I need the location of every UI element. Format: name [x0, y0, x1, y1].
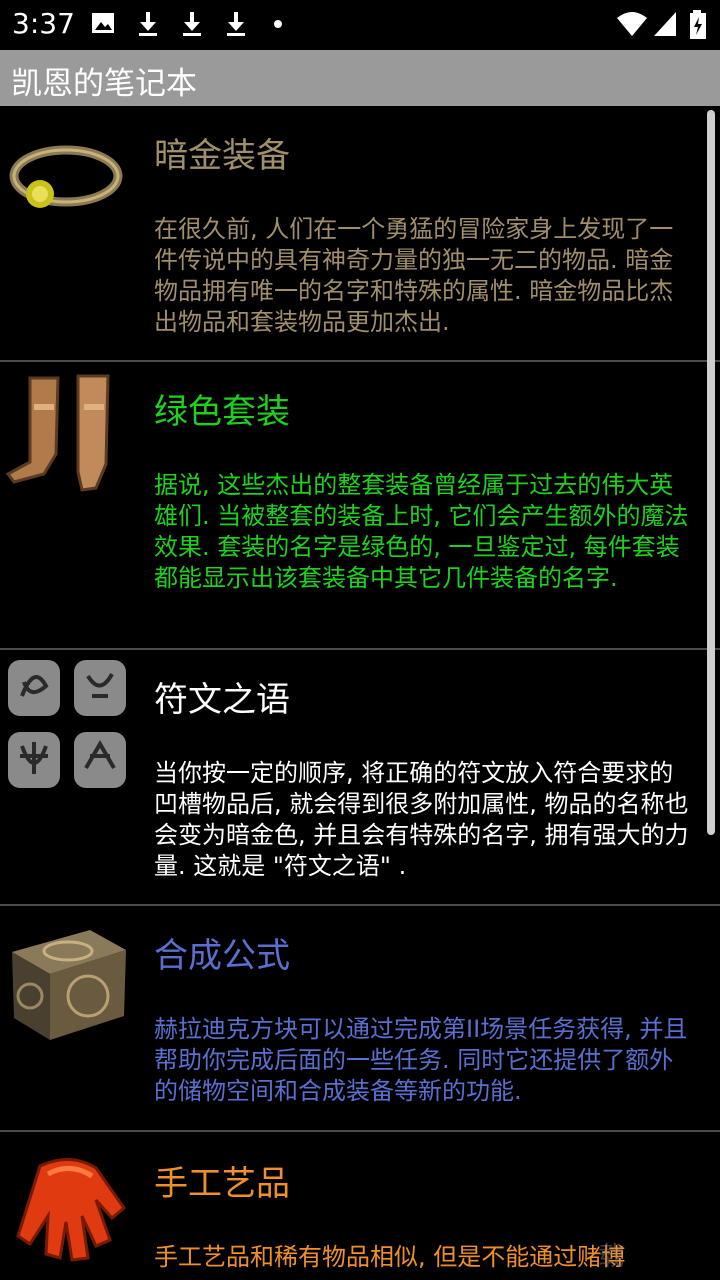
app-bar: 凯恩的笔记本: [0, 50, 720, 106]
more-notifications-dot-icon: [274, 20, 282, 28]
status-bar: 3:37: [0, 0, 720, 50]
download-icon: [139, 12, 157, 36]
item-title: 合成公式: [154, 936, 290, 976]
set-boots-icon: [5, 374, 110, 492]
download-icon: [183, 12, 201, 36]
list-item-set[interactable]: 绿色套装 据说, 这些杰出的整套装备曾经属于过去的伟大英雄们. 当被整套的装备上…: [0, 362, 720, 650]
page-title: 凯恩的笔记本: [11, 66, 197, 102]
watermark: 载: [598, 1242, 625, 1272]
item-category-list: 暗金装备 在很久前, 人们在一个勇猛的冒险家身上发现了一件传说中的具有神奇力量的…: [0, 106, 720, 1280]
item-description: 在很久前, 人们在一个勇猛的冒险家身上发现了一件传说中的具有神奇力量的独一无二的…: [154, 215, 674, 336]
list-item-runeword[interactable]: 符文之语 当你按一定的顺序, 将正确的符文放入符合要求的凹槽物品后, 就会得到很…: [0, 650, 720, 906]
status-time: 3:37: [12, 7, 75, 40]
item-title: 绿色套装: [154, 392, 290, 432]
list-item-cube-recipes[interactable]: 合成公式 赫拉迪克方块可以通过完成第II场景任务获得, 并且帮助你完成后面的一些…: [0, 906, 720, 1132]
horadric-cube-icon: [12, 930, 126, 1040]
runes-icon: [8, 660, 126, 788]
item-title: 符文之语: [154, 680, 290, 720]
battery-icon: [690, 10, 706, 39]
cell-signal-icon: [654, 12, 676, 36]
download-icon: [227, 12, 245, 36]
scrollbar[interactable]: [707, 110, 715, 835]
unique-ring-icon: [9, 145, 123, 208]
image-notification-icon: [92, 13, 114, 33]
crafted-gloves-icon: [16, 1158, 127, 1262]
item-description: 赫拉迪克方块可以通过完成第II场景任务获得, 并且帮助你完成后面的一些任务. 同…: [154, 1015, 688, 1105]
item-description: 当你按一定的顺序, 将正确的符文放入符合要求的凹槽物品后, 就会得到很多附加属性…: [154, 759, 689, 880]
item-title: 手工艺品: [154, 1164, 290, 1204]
list-item-unique[interactable]: 暗金装备 在很久前, 人们在一个勇猛的冒险家身上发现了一件传说中的具有神奇力量的…: [0, 106, 720, 362]
item-description: 据说, 这些杰出的整套装备曾经属于过去的伟大英雄们. 当被整套的装备上时, 它们…: [154, 471, 689, 592]
wifi-icon: [617, 12, 647, 36]
item-title: 暗金装备: [154, 136, 290, 176]
